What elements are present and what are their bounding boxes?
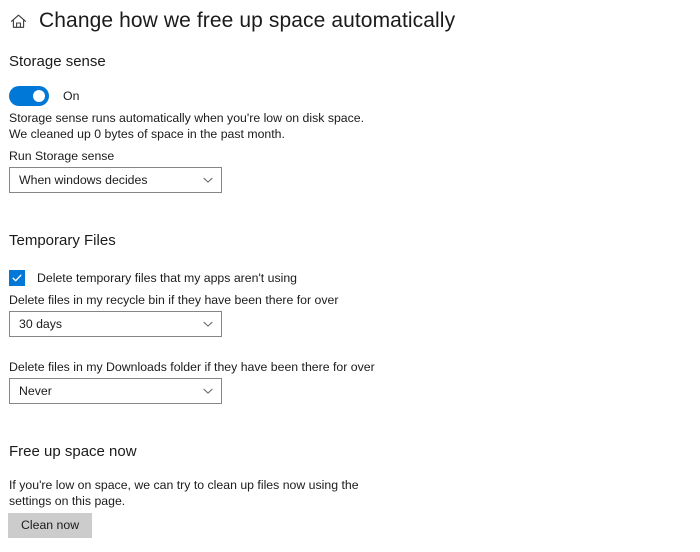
- home-icon[interactable]: [6, 9, 30, 33]
- storage-sense-toggle-label: On: [63, 89, 80, 103]
- chevron-down-icon: [202, 318, 214, 330]
- storage-sense-toggle[interactable]: [9, 86, 49, 106]
- free-up-space-description-line-1: If you're low on space, we can try to cl…: [9, 478, 359, 492]
- chevron-down-icon: [202, 174, 214, 186]
- run-storage-sense-dropdown-value: When windows decides: [19, 173, 148, 187]
- storage-sense-description: Storage sense runs automatically when yo…: [9, 111, 364, 142]
- delete-temp-files-checkbox[interactable]: [9, 270, 25, 286]
- recycle-bin-label: Delete files in my recycle bin if they h…: [9, 293, 339, 307]
- temporary-files-section: Temporary Files: [9, 231, 116, 251]
- free-up-space-description-line-2: settings on this page.: [9, 493, 126, 508]
- recycle-bin-dropdown-value: 30 days: [19, 317, 63, 331]
- storage-sense-toggle-row: On: [9, 86, 79, 106]
- storage-sense-description-line-2: We cleaned up 0 bytes of space in the pa…: [9, 126, 285, 141]
- page-title: Change how we free up space automaticall…: [39, 9, 456, 32]
- storage-sense-section: Storage sense: [9, 52, 106, 72]
- page-header: Change how we free up space automaticall…: [0, 0, 700, 38]
- run-storage-sense-dropdown[interactable]: When windows decides: [9, 167, 222, 193]
- run-storage-sense-label: Run Storage sense: [9, 149, 115, 163]
- storage-sense-description-line-1: Storage sense runs automatically when yo…: [9, 111, 365, 125]
- free-up-space-heading: Free up space now: [9, 443, 137, 460]
- delete-temp-files-checkbox-label: Delete temporary files that my apps aren…: [37, 271, 298, 285]
- toggle-knob: [33, 90, 45, 102]
- clean-now-button[interactable]: Clean now: [8, 513, 93, 538]
- clean-now-button-wrap: Clean now: [8, 513, 93, 538]
- free-up-space-description: If you're low on space, we can try to cl…: [9, 478, 359, 509]
- chevron-down-icon: [202, 385, 214, 397]
- temporary-files-heading: Temporary Files: [9, 232, 116, 249]
- free-up-space-section: Free up space now: [9, 442, 137, 462]
- delete-temp-files-checkbox-row[interactable]: Delete temporary files that my apps aren…: [9, 269, 297, 287]
- downloads-folder-dropdown-value: Never: [19, 384, 52, 398]
- downloads-folder-dropdown[interactable]: Never: [9, 378, 222, 404]
- storage-sense-heading: Storage sense: [9, 53, 106, 70]
- downloads-folder-label: Delete files in my Downloads folder if t…: [9, 360, 375, 374]
- recycle-bin-dropdown[interactable]: 30 days: [9, 311, 222, 337]
- check-icon: [12, 274, 22, 282]
